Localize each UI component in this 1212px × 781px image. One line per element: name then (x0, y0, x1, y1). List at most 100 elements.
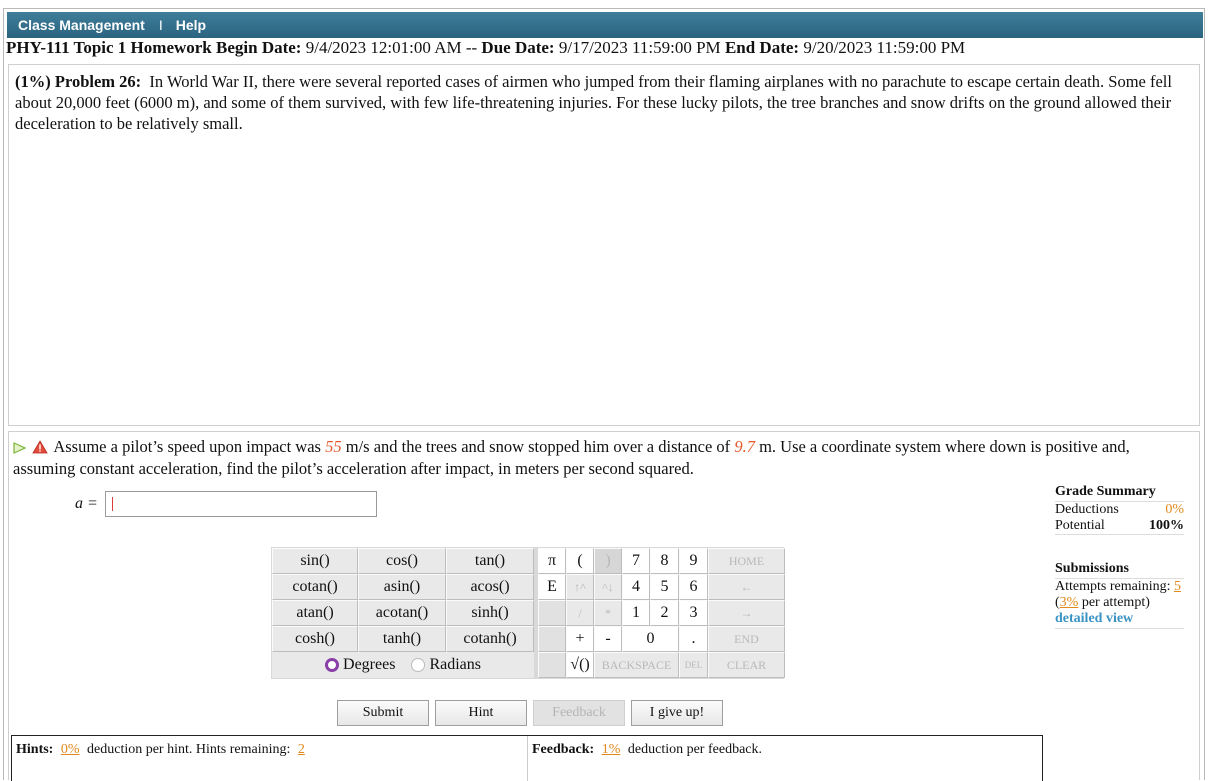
feedback-deduction-link[interactable]: 1% (598, 742, 625, 757)
degrees-radio[interactable] (325, 658, 340, 672)
key-4[interactable]: 4 (622, 574, 650, 600)
tan-button[interactable]: tan() (446, 548, 534, 574)
hints-remaining-link[interactable]: 2 (294, 742, 309, 757)
begin-date-label: Begin Date: (216, 38, 302, 57)
key-7[interactable]: 7 (622, 548, 650, 574)
radians-radio[interactable] (411, 658, 426, 672)
expand-arrow-icon[interactable] (13, 439, 27, 459)
due-date-label: Due Date: (481, 38, 555, 57)
deductions-row: Deductions 0% (1055, 502, 1184, 518)
multiply-button[interactable]: * (594, 600, 622, 626)
sin-button[interactable]: sin() (272, 548, 358, 574)
acos-button[interactable]: acos() (446, 574, 534, 600)
key-2[interactable]: 2 (650, 600, 679, 626)
speed-value: 55 (325, 437, 342, 456)
delete-button[interactable]: DEL (679, 652, 708, 678)
problem-statement: (1%) Problem 26: In World War II, there … (15, 71, 1195, 134)
submissions-section: Submissions Attempts remaining: 5 (3% pe… (1055, 561, 1184, 629)
potential-value: 100% (1149, 518, 1184, 533)
class-management-link[interactable]: Class Management (18, 17, 145, 33)
top-nav-bar: Class Management I Help (7, 12, 1203, 38)
question-part-1: Assume a pilot’s speed upon impact was (53, 437, 321, 456)
angle-mode-selector: Degrees Radians (272, 652, 534, 678)
answer-input[interactable] (105, 491, 377, 517)
degrees-label[interactable]: Degrees (343, 656, 395, 674)
minus-button[interactable]: - (594, 626, 622, 652)
date-separator: -- (465, 38, 478, 57)
cotanh-button[interactable]: cotanh() (446, 626, 534, 652)
end-button[interactable]: END (708, 626, 785, 652)
plus-button[interactable]: + (566, 626, 594, 652)
detailed-view-link[interactable]: detailed view (1055, 611, 1184, 629)
hint-deduction-link[interactable]: 0% (57, 742, 84, 757)
assignment-header: PHY-111 Topic 1 Homework Begin Date: 9/4… (6, 38, 1204, 60)
asin-button[interactable]: asin() (358, 574, 446, 600)
sinh-button[interactable]: sinh() (446, 600, 534, 626)
right-arrow-button[interactable]: → (708, 600, 785, 626)
attempts-label: Attempts remaining: (1055, 579, 1171, 594)
potential-row: Potential 100% (1055, 518, 1184, 535)
left-arrow-button[interactable]: ← (708, 574, 785, 600)
divide-button[interactable]: / (566, 600, 594, 626)
decimal-button[interactable]: . (679, 626, 708, 652)
radians-label[interactable]: Radians (429, 656, 481, 674)
key-3[interactable]: 3 (679, 600, 708, 626)
up-caret-button[interactable]: ↑^ (566, 574, 594, 600)
end-date-label: End Date: (724, 38, 800, 57)
key-6[interactable]: 6 (679, 574, 708, 600)
submit-button[interactable]: Submit (337, 700, 429, 726)
begin-date-value: 9/4/2023 12:01:00 AM (305, 38, 462, 57)
due-date-value: 9/17/2023 11:59:00 PM (558, 38, 721, 57)
distance-value: 9.7 (734, 437, 755, 456)
key-8[interactable]: 8 (650, 548, 679, 574)
key-9[interactable]: 9 (679, 548, 708, 574)
close-paren-button[interactable]: ) (594, 548, 622, 574)
feedback-text: deduction per feedback. (627, 742, 762, 757)
home-button[interactable]: HOME (708, 548, 785, 574)
feedback-label: Feedback: (532, 742, 595, 757)
give-up-button[interactable]: I give up! (631, 700, 723, 726)
course-title: PHY-111 Topic 1 Homework (6, 38, 212, 57)
question-text: Assume a pilot’s speed upon impact was 5… (13, 437, 1193, 479)
grade-summary-title: Grade Summary (1055, 484, 1184, 502)
blank-key (538, 626, 566, 652)
submissions-title: Submissions (1055, 561, 1184, 579)
open-paren-button[interactable]: ( (566, 548, 594, 574)
hint-button[interactable]: Hint (435, 700, 527, 726)
blank-key (538, 600, 566, 626)
sqrt-button[interactable]: √() (566, 652, 594, 678)
pi-button[interactable]: π (538, 548, 566, 574)
hints-info: Hints: 0% deduction per hint. Hints rema… (12, 736, 528, 781)
tanh-button[interactable]: tanh() (358, 626, 446, 652)
potential-label: Potential (1055, 518, 1105, 533)
attempts-remaining-link[interactable]: 5 (1174, 579, 1181, 594)
question-part-2: m/s and the trees and snow stopped him o… (345, 437, 731, 456)
problem-text: In World War II, there were several repo… (15, 72, 1172, 133)
cotan-button[interactable]: cotan() (272, 574, 358, 600)
atan-button[interactable]: atan() (272, 600, 358, 626)
e-button[interactable]: E (538, 574, 566, 600)
key-0[interactable]: 0 (622, 626, 679, 652)
problem-number: (1%) Problem 26: (15, 72, 142, 91)
down-caret-button[interactable]: ^↓ (594, 574, 622, 600)
per-attempt-link[interactable]: 3% (1060, 595, 1079, 610)
cosh-button[interactable]: cosh() (272, 626, 358, 652)
numeric-keypad: π ( ) 7 8 9 HOME E ↑^ ^↓ 4 5 6 ← / * 1 2… (537, 547, 785, 679)
nav-separator: I (158, 17, 163, 33)
function-keypad: sin() cos() tan() cotan() asin() acos() … (271, 547, 537, 679)
key-1[interactable]: 1 (622, 600, 650, 626)
acotan-button[interactable]: acotan() (358, 600, 446, 626)
answer-label: a = (75, 495, 98, 512)
warning-icon (32, 439, 48, 459)
help-link[interactable]: Help (176, 17, 206, 33)
cos-button[interactable]: cos() (358, 548, 446, 574)
per-attempt-row: (3% per attempt) (1055, 595, 1184, 611)
answer-actions: Submit Hint Feedback I give up! (337, 700, 723, 726)
blank-key (538, 652, 566, 678)
feedback-button[interactable]: Feedback (533, 700, 625, 726)
text-caret (112, 497, 113, 511)
deductions-label: Deductions (1055, 502, 1119, 517)
backspace-button[interactable]: BACKSPACE (594, 652, 679, 678)
key-5[interactable]: 5 (650, 574, 679, 600)
clear-button[interactable]: CLEAR (708, 652, 785, 678)
